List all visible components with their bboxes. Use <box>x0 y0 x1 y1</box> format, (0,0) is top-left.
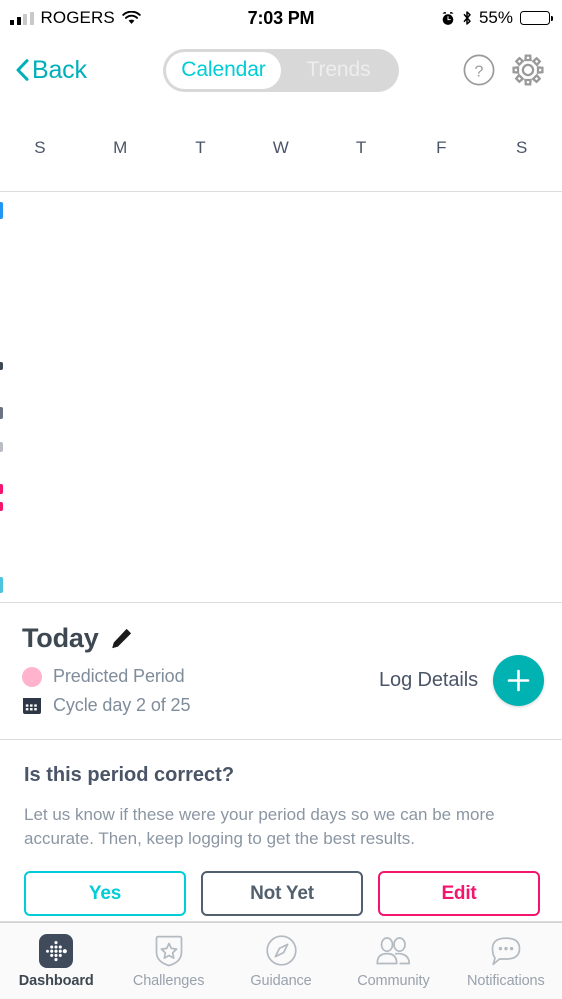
navigation-bar: Back Calendar Trends ? <box>0 36 562 104</box>
calendar-icon <box>22 696 42 715</box>
gear-icon[interactable] <box>510 52 546 88</box>
pink-marker-2 <box>0 502 3 511</box>
weekday-header-mon: M <box>113 137 128 157</box>
people-icon <box>373 934 413 968</box>
status-badge: Predicted Period <box>53 666 185 686</box>
status-bar-right: 55% <box>441 8 553 28</box>
weekday-header-row: S M T W T F S <box>0 104 562 192</box>
today-summary-panel: Today Predicted Period Cycle day 2 of 25… <box>0 603 562 740</box>
chat-bubble-icon <box>488 934 524 968</box>
plus-icon <box>505 667 532 694</box>
weekday-header-sun: S <box>34 137 47 157</box>
tab-guidance-label: Guidance <box>250 972 312 989</box>
alarm-clock-icon <box>441 11 455 26</box>
star-shield-icon <box>153 934 185 968</box>
blue-marker <box>0 202 3 219</box>
today-title-row: Today <box>22 623 190 654</box>
status-dot <box>22 666 42 687</box>
status-bar-left: ROGERS <box>10 8 141 28</box>
tab-guidance[interactable]: Guidance <box>225 923 337 999</box>
bottom-tab-bar: Dashboard Challenges Guidance Community … <box>0 922 562 999</box>
back-button[interactable]: Back <box>16 56 87 85</box>
carrier-label: ROGERS <box>40 8 115 27</box>
dark-marker <box>0 362 3 370</box>
light-gray-marker <box>0 442 3 452</box>
cycle-day-label: Cycle day 2 of 25 <box>53 695 191 715</box>
confirm-title: Is this period correct? <box>24 764 235 786</box>
tab-trends[interactable]: Trends <box>281 52 396 89</box>
battery-icon <box>520 11 553 25</box>
add-log-button[interactable] <box>493 655 544 706</box>
tab-notifications[interactable]: Notifications <box>450 923 562 999</box>
tab-community[interactable]: Community <box>337 923 449 999</box>
today-summary-actions: Log Details <box>379 655 544 706</box>
svg-text:?: ? <box>475 63 484 80</box>
cyan-marker <box>0 577 3 593</box>
app-root: ROGERS 7:03 PM 55% Back Calendar Trends … <box>0 0 562 999</box>
tab-notifications-label: Notifications <box>466 972 545 989</box>
cellular-signal-icon <box>10 11 34 25</box>
pencil-icon[interactable] <box>110 627 133 650</box>
weekday-header-fri: F <box>436 137 447 157</box>
tab-calendar[interactable]: Calendar <box>166 51 281 89</box>
weekday-header-thu: T <box>355 137 367 157</box>
compass-icon <box>265 934 298 968</box>
tab-dashboard-label: Dashboard <box>18 972 94 989</box>
weekday-header-sat: S <box>515 137 528 157</box>
tab-challenges-label: Challenges <box>132 972 205 989</box>
yes-button[interactable]: Yes <box>24 871 186 917</box>
tab-challenges[interactable]: Challenges <box>112 923 224 999</box>
today-summary-left: Today Predicted Period Cycle day 2 of 25 <box>22 623 190 739</box>
status-bar: ROGERS 7:03 PM 55% <box>0 0 562 36</box>
chevron-left-icon <box>16 59 29 81</box>
cycle-day-row: Cycle day 2 of 25 <box>22 691 190 720</box>
tab-community-label: Community <box>357 972 430 989</box>
wifi-icon <box>122 11 141 25</box>
confirm-button-row: Yes Not Yet Edit <box>24 871 540 917</box>
fitbit-dots-icon <box>39 933 74 968</box>
battery-percent-label: 55% <box>478 8 513 27</box>
log-details-label[interactable]: Log Details <box>379 669 478 692</box>
edit-button[interactable]: Edit <box>378 871 540 917</box>
gray-marker <box>0 407 3 419</box>
page-title: Today <box>22 623 99 653</box>
confirm-body-text: Let us know if these were your period da… <box>24 805 495 849</box>
weekday-header-wed: W <box>272 137 290 157</box>
tab-dashboard[interactable]: Dashboard <box>0 923 112 999</box>
not-yet-button[interactable]: Not Yet <box>201 871 363 917</box>
pink-marker-1 <box>0 484 3 494</box>
navbar-actions: ? <box>462 52 546 88</box>
bluetooth-icon <box>462 10 472 26</box>
question-mark-circle-icon[interactable]: ? <box>462 53 496 87</box>
calendar-grid[interactable] <box>0 192 562 603</box>
back-label: Back <box>32 55 87 84</box>
period-confirmation-panel: Is this period correct? Let us know if t… <box>0 740 562 922</box>
predicted-period-row: Predicted Period <box>22 662 190 691</box>
segmented-control[interactable]: Calendar Trends <box>163 48 399 92</box>
weekday-header-tue: T <box>195 137 207 157</box>
clock-label: 7:03 PM <box>247 7 315 28</box>
